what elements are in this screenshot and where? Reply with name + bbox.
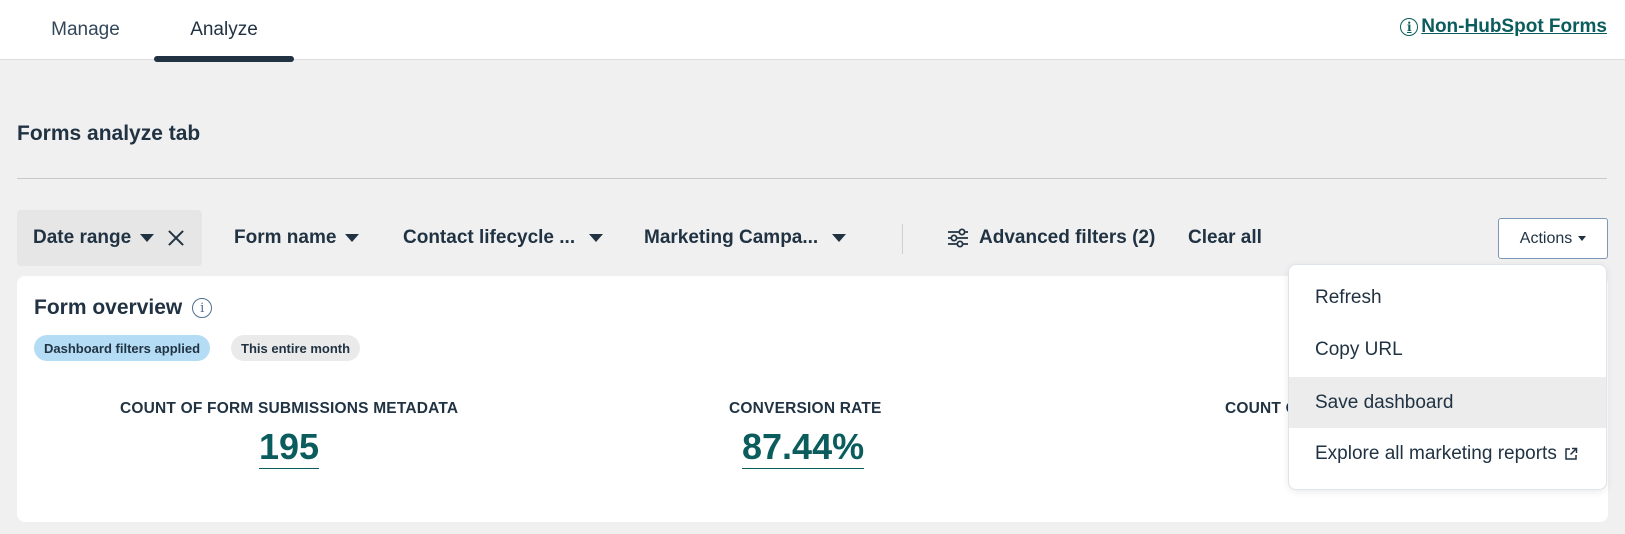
date-period-badge: This entire month [231, 335, 361, 361]
metric-label-submissions: COUNT OF FORM SUBMISSIONS METADATA [120, 400, 459, 417]
contact-lifecycle-label: Contact lifecycle ... [403, 227, 576, 248]
actions-dropdown-menu: Refresh Copy URL Save dashboard Explore … [1288, 264, 1607, 490]
form-name-filter[interactable]: Form name [234, 210, 360, 266]
tab-analyze[interactable]: Analyze [154, 0, 294, 62]
metric-label-conversion-rate: CONVERSION RATE [729, 400, 882, 417]
metric-value-conversion-rate[interactable]: 87.44% [742, 426, 865, 469]
clear-all-button[interactable]: Clear all [1188, 210, 1262, 266]
top-nav-bar: Manage Analyze i Non-HubSpot Forms [0, 0, 1625, 62]
close-icon[interactable] [167, 229, 185, 247]
menu-item-explore-marketing-reports[interactable]: Explore all marketing reports [1289, 428, 1606, 479]
non-hubspot-forms-label: Non-HubSpot Forms [1421, 16, 1607, 37]
menu-item-save-dashboard[interactable]: Save dashboard [1289, 377, 1606, 428]
marketing-campaign-filter[interactable]: Marketing Campa... [644, 210, 847, 266]
date-range-filter[interactable]: Date range [17, 210, 202, 266]
info-icon: i [1400, 18, 1419, 36]
sliders-icon [948, 228, 968, 248]
page-title: Forms analyze tab [17, 122, 201, 145]
metric-value-submissions[interactable]: 195 [259, 426, 320, 469]
advanced-filters-button[interactable]: Advanced filters (2) [947, 210, 1155, 266]
non-hubspot-forms-link[interactable]: i Non-HubSpot Forms [1400, 16, 1607, 38]
date-range-label: Date range [33, 227, 132, 248]
actions-label: Actions [1519, 229, 1573, 247]
menu-item-label: Explore all marketing reports [1315, 442, 1557, 464]
caret-down-icon [589, 234, 604, 242]
caret-down-icon [1578, 236, 1587, 241]
form-name-label: Form name [234, 227, 337, 248]
actions-button[interactable]: Actions [1498, 218, 1608, 259]
filter-bar: Date range Form name Contact lifecycle .… [17, 210, 1608, 266]
contact-lifecycle-filter[interactable]: Contact lifecycle ... [403, 210, 604, 266]
external-link-icon [1565, 447, 1578, 460]
marketing-campaign-label: Marketing Campa... [644, 227, 819, 248]
filter-separator [902, 224, 903, 254]
caret-down-icon [832, 234, 847, 242]
caret-down-icon [140, 234, 155, 242]
divider [17, 178, 1607, 179]
advanced-filters-label: Advanced filters (2) [979, 227, 1156, 248]
card-title: Form overview i [34, 296, 213, 320]
tab-manage[interactable]: Manage [18, 0, 153, 60]
menu-item-refresh[interactable]: Refresh [1289, 272, 1606, 323]
caret-down-icon [345, 234, 360, 242]
card-title-label: Form overview [34, 296, 183, 319]
metric-label-count: COUNT O [1225, 400, 1298, 417]
info-icon[interactable]: i [192, 298, 213, 318]
menu-item-copy-url[interactable]: Copy URL [1289, 324, 1606, 375]
dashboard-filters-applied-badge[interactable]: Dashboard filters applied [34, 335, 211, 361]
